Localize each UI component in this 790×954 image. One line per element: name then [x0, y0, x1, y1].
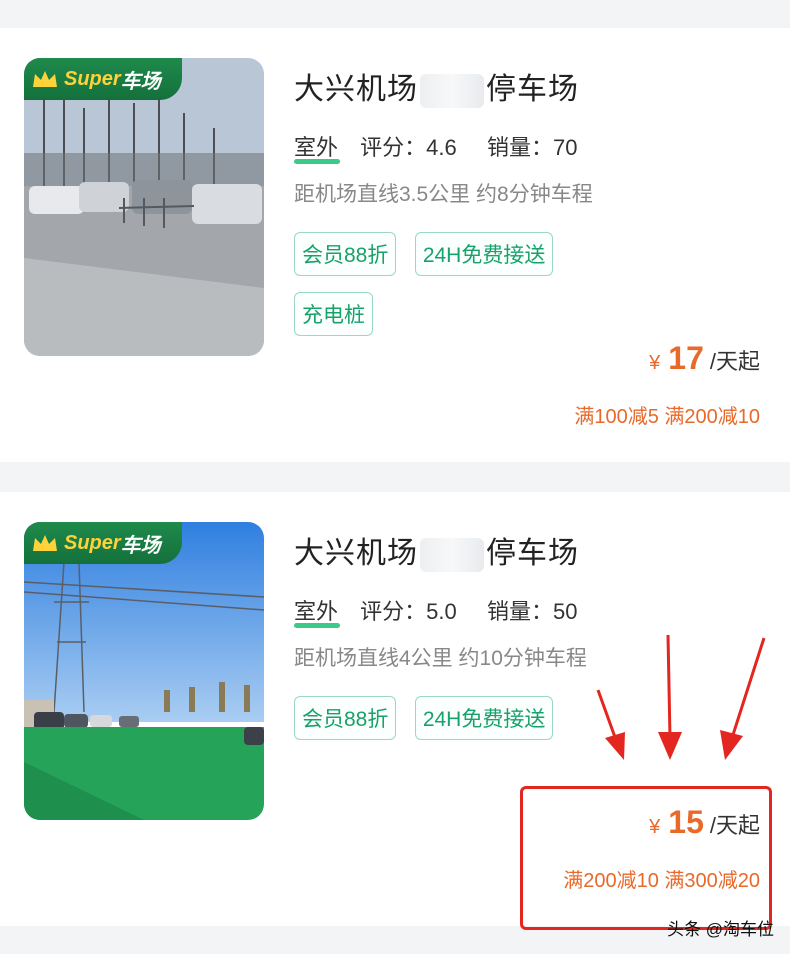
type-underline — [294, 623, 340, 628]
feature-tags: 会员88折 24H免费接送 — [294, 696, 594, 756]
parking-lot-photo[interactable]: Super 车场 — [24, 58, 264, 356]
parking-lot-photo[interactable]: Super 车场 — [24, 522, 264, 820]
parking-lot-image — [24, 522, 264, 820]
badge-brand: Super — [64, 67, 121, 90]
super-parking-badge: Super 车场 — [24, 58, 182, 100]
parking-lot-image — [24, 58, 264, 356]
tag-member-discount: 会员88折 — [294, 696, 397, 740]
distance-info: 距机场直线3.5公里 约8分钟车程 — [294, 183, 593, 206]
blurred-name — [420, 538, 484, 573]
parking-listing-card[interactable]: Super 车场 大兴机场 停车场 室外 评分：4.6 销量：70 距机场直线3.… — [0, 28, 790, 462]
parking-type: 室外 — [294, 599, 344, 628]
crown-icon — [33, 71, 57, 87]
discount-info: 满100减5 满200减10 — [574, 406, 760, 428]
price-value: 17 — [668, 340, 704, 376]
blurred-name — [420, 74, 484, 109]
down-arrow-icon — [596, 689, 625, 760]
super-parking-badge: Super 车场 — [24, 522, 182, 564]
rating-label: 评分： — [360, 135, 427, 160]
sales-label: 销量： — [487, 135, 554, 160]
price: ¥17/天起 — [649, 340, 760, 377]
type-underline — [294, 159, 340, 164]
parking-meta: 室外 评分：5.0 销量：50 — [294, 594, 578, 628]
title-prefix: 大兴机场 — [294, 537, 418, 570]
currency-symbol: ¥ — [649, 352, 661, 374]
price-highlight-box — [520, 786, 772, 930]
badge-brand: Super — [64, 531, 121, 554]
rating-value: 4.6 — [426, 135, 457, 160]
feature-tags: 会员88折 24H免费接送 充电桩 — [294, 232, 594, 352]
down-arrow-icon — [720, 637, 766, 760]
rating-value: 5.0 — [426, 599, 457, 624]
parking-title[interactable]: 大兴机场 停车场 — [294, 64, 579, 109]
parking-title[interactable]: 大兴机场 停车场 — [294, 528, 579, 573]
tag-free-shuttle: 24H免费接送 — [414, 696, 554, 740]
annotation-arrows — [596, 634, 766, 760]
title-prefix: 大兴机场 — [294, 73, 418, 106]
badge-suffix: 车场 — [120, 534, 161, 557]
title-suffix: 停车场 — [486, 537, 579, 570]
price-unit: /天起 — [709, 349, 760, 374]
tag-member-discount: 会员88折 — [294, 232, 397, 276]
distance-info: 距机场直线4公里 约10分钟车程 — [294, 647, 587, 670]
title-suffix: 停车场 — [486, 73, 579, 106]
badge-suffix: 车场 — [120, 70, 161, 93]
sales-value: 70 — [553, 135, 578, 160]
tag-charging-pile: 充电桩 — [294, 292, 373, 336]
rating-label: 评分： — [360, 599, 427, 624]
sales-label: 销量： — [487, 599, 554, 624]
crown-icon — [33, 535, 57, 551]
watermark: 头条 @淘车位 — [667, 920, 774, 939]
parking-meta: 室外 评分：4.6 销量：70 — [294, 130, 578, 164]
tag-free-shuttle: 24H免费接送 — [414, 232, 554, 276]
down-arrow-icon — [658, 634, 682, 760]
parking-type: 室外 — [294, 135, 344, 164]
